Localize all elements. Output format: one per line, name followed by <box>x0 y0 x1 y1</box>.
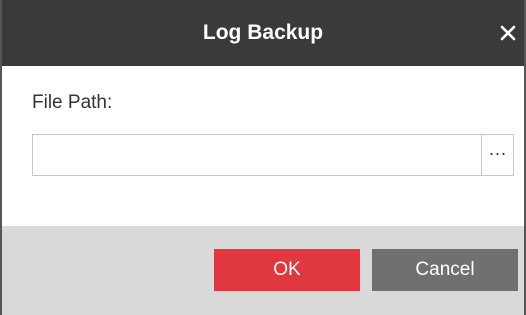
cancel-button[interactable]: Cancel <box>372 249 518 291</box>
file-path-field: ··· <box>32 134 514 176</box>
dialog-footer: OK Cancel <box>2 226 524 315</box>
dialog-titlebar: Log Backup <box>2 0 524 66</box>
file-path-label: File Path: <box>32 92 113 113</box>
dialog-title: Log Backup <box>202 21 324 44</box>
file-path-input[interactable] <box>33 135 481 175</box>
close-icon[interactable] <box>496 21 520 45</box>
log-backup-dialog: Log Backup File Path: ··· OK Cancel <box>0 0 526 315</box>
dialog-body: File Path: ··· <box>2 66 524 226</box>
browse-button[interactable]: ··· <box>481 135 513 175</box>
ok-button[interactable]: OK <box>214 249 360 291</box>
